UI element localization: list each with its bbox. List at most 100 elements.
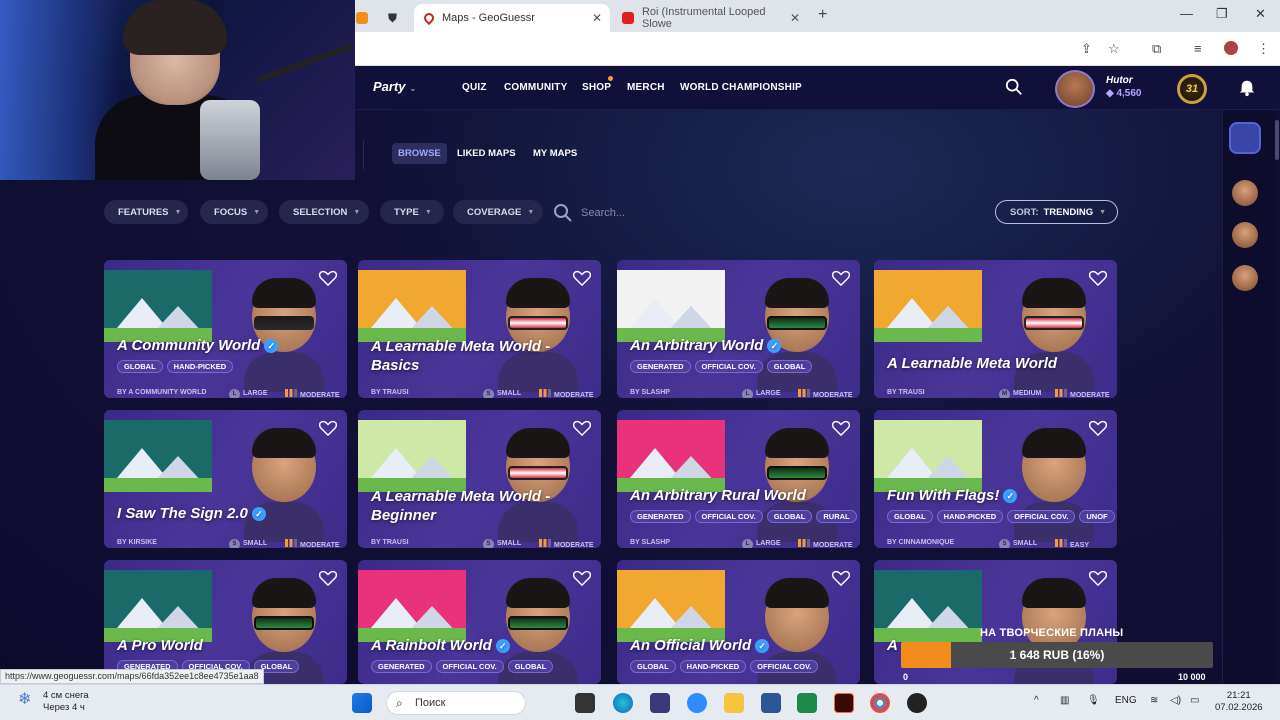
windows-start-icon[interactable] xyxy=(352,693,372,713)
file-explorer-icon[interactable] xyxy=(724,693,744,713)
avatar[interactable] xyxy=(1055,70,1095,108)
map-tag[interactable]: GENERATED xyxy=(371,660,432,673)
map-tag[interactable]: GLOBAL xyxy=(766,360,813,373)
illustrator-icon[interactable] xyxy=(834,693,854,713)
pinned-tab[interactable] xyxy=(356,4,370,32)
map-title[interactable]: Fun With Flags! ✓ xyxy=(887,486,1018,505)
heart-icon[interactable] xyxy=(573,570,591,586)
map-tag[interactable]: GENERATED xyxy=(630,510,691,523)
map-author[interactable]: BY SLASHP xyxy=(630,389,670,396)
map-title[interactable]: I Saw The Sign 2.0 ✓ xyxy=(117,504,266,523)
map-title[interactable]: A Learnable Meta World - Beginner xyxy=(371,487,550,525)
friend-avatar[interactable] xyxy=(1232,180,1258,206)
map-tag[interactable]: OFFICIAL COV. xyxy=(694,360,763,373)
username[interactable]: Hutor xyxy=(1106,75,1133,86)
zoom-icon[interactable] xyxy=(687,693,707,713)
tab-browse[interactable]: BROWSE xyxy=(392,143,447,164)
map-card[interactable]: Fun With Flags! ✓ GLOBAL HAND-PICKED OFFICIA… xyxy=(874,410,1117,548)
heart-icon[interactable] xyxy=(832,270,850,286)
tab-my-maps[interactable]: MY MAPS xyxy=(533,148,577,159)
map-tag[interactable]: HAND-PICKED xyxy=(936,510,1004,523)
nav-community[interactable]: COMMUNITY xyxy=(504,82,567,93)
tab-youtube[interactable]: Roi (Instrumental Looped Slowe ✕ xyxy=(612,4,808,32)
map-title[interactable]: A Community World ✓ xyxy=(117,336,279,355)
map-card[interactable]: A Pro World GENERATED OFFICIAL COV. GLOBAL xyxy=(104,560,347,684)
tray-chevron-icon[interactable]: ^ xyxy=(1034,695,1039,706)
app-icon[interactable] xyxy=(650,693,670,713)
map-card[interactable]: A Rainbolt World ✓ GENERATED OFFICIAL COV. G… xyxy=(358,560,601,684)
map-tag[interactable]: UNOF xyxy=(1079,510,1115,523)
nav-world-championship[interactable]: WORLD CHAMPIONSHIP xyxy=(680,82,802,93)
rail-app-icon[interactable] xyxy=(1229,122,1261,154)
install-icon[interactable]: ⇪ xyxy=(1081,41,1092,57)
map-author[interactable]: BY CINNAMONIQUE xyxy=(887,539,954,546)
heart-icon[interactable] xyxy=(832,420,850,436)
edge-icon[interactable] xyxy=(613,693,633,713)
nav-shop[interactable]: SHOP xyxy=(582,82,611,93)
heart-icon[interactable] xyxy=(1089,270,1107,286)
map-author[interactable]: BY A COMMUNITY WORLD xyxy=(117,389,206,396)
filter-coverage[interactable]: COVERAGE ▼ xyxy=(453,200,543,224)
close-window-icon[interactable]: ✕ xyxy=(1255,6,1266,22)
chrome-icon[interactable] xyxy=(870,693,890,713)
battery-icon[interactable]: ▭ xyxy=(1190,695,1199,706)
map-card[interactable]: A Learnable Meta World BY TRAUSI M MEDIUM MO… xyxy=(874,260,1117,398)
map-title[interactable]: An Arbitrary Rural World xyxy=(630,486,806,505)
sort-dropdown[interactable]: SORT: TRENDING ▼ xyxy=(995,200,1118,224)
map-search[interactable]: Search... xyxy=(553,203,693,223)
map-tag[interactable]: OFFICIAL COV. xyxy=(435,660,504,673)
map-tag[interactable]: OFFICIAL COV. xyxy=(694,510,763,523)
heart-icon[interactable] xyxy=(1089,570,1107,586)
scrollbar[interactable] xyxy=(1274,110,1280,690)
map-tag[interactable]: OFFICIAL COV. xyxy=(750,660,819,673)
map-tag[interactable]: GLOBAL xyxy=(630,660,676,673)
close-tab-icon[interactable]: ✕ xyxy=(592,11,602,25)
filter-focus[interactable]: FOCUS ▼ xyxy=(200,200,268,224)
close-tab-icon[interactable]: ✕ xyxy=(790,11,800,25)
map-card[interactable]: A Learnable Meta World - Basics BY TRAUSI S… xyxy=(358,260,601,398)
map-tag[interactable]: GLOBAL xyxy=(507,660,554,673)
task-view-icon[interactable] xyxy=(575,693,595,713)
filter-features[interactable]: FEATURES ▼ xyxy=(104,200,188,224)
minimize-icon[interactable]: — xyxy=(1180,6,1193,21)
search-input[interactable]: Search... xyxy=(581,207,625,219)
nav-quiz[interactable]: QUIZ xyxy=(462,82,487,93)
map-title[interactable]: A Learnable Meta World xyxy=(887,354,1057,373)
level-badge[interactable]: 31 xyxy=(1177,74,1207,104)
map-tag[interactable]: RURAL xyxy=(816,510,857,523)
map-title[interactable]: An Arbitrary World ✓ xyxy=(630,336,782,355)
bell-icon[interactable] xyxy=(1238,79,1256,97)
map-author[interactable]: BY TRAUSI xyxy=(887,389,925,396)
map-title[interactable]: A Pro World xyxy=(117,636,203,655)
map-tag[interactable]: GENERATED xyxy=(630,360,691,373)
heart-icon[interactable] xyxy=(319,270,337,286)
nav-merch[interactable]: MERCH xyxy=(627,82,665,93)
weather-widget[interactable]: ❄ 4 см снега Через 4 ч xyxy=(18,690,89,714)
tab-geoguessr[interactable]: Maps - GeoGuessr ✕ xyxy=(414,4,610,32)
map-title[interactable]: A xyxy=(887,636,898,655)
heart-icon[interactable] xyxy=(832,570,850,586)
map-title[interactable]: A Rainbolt World ✓ xyxy=(371,636,510,655)
friend-avatar[interactable] xyxy=(1232,265,1258,291)
restore-icon[interactable]: ❐ xyxy=(1216,6,1228,22)
map-author[interactable]: BY TRAUSI xyxy=(371,539,409,546)
map-card[interactable]: I Saw The Sign 2.0 ✓ BY KIRSIKE S SMALL MODER… xyxy=(104,410,347,548)
media-icon[interactable]: ≡ xyxy=(1194,41,1202,56)
map-card[interactable]: An Arbitrary World ✓ GENERATED OFFICIAL COV… xyxy=(617,260,860,398)
bookmark-star-icon[interactable]: ☆ xyxy=(1108,41,1120,57)
map-card[interactable]: A Learnable Meta World - Beginner BY TRAUS… xyxy=(358,410,601,548)
map-title[interactable]: An Official World ✓ xyxy=(630,636,770,655)
wifi-icon[interactable]: ≋ xyxy=(1150,695,1158,706)
map-author[interactable]: BY TRAUSI xyxy=(371,389,409,396)
extensions-icon[interactable]: ⧉ xyxy=(1152,41,1161,57)
map-title[interactable]: A Learnable Meta World - Basics xyxy=(371,337,550,375)
pinned-tab-2[interactable]: ⛊ xyxy=(384,4,406,32)
map-tag[interactable]: HAND-PICKED xyxy=(679,660,747,673)
scrollbar-thumb[interactable] xyxy=(1275,120,1279,160)
map-author[interactable]: BY KIRSIKE xyxy=(117,539,157,546)
heart-icon[interactable] xyxy=(573,270,591,286)
map-card[interactable]: An Official World ✓ GLOBAL HAND-PICKED OFFIC… xyxy=(617,560,860,684)
tab-liked-maps[interactable]: LIKED MAPS xyxy=(457,148,516,159)
new-tab-icon[interactable]: + xyxy=(818,6,827,24)
tray-app-icon[interactable]: ▥ xyxy=(1060,695,1069,706)
